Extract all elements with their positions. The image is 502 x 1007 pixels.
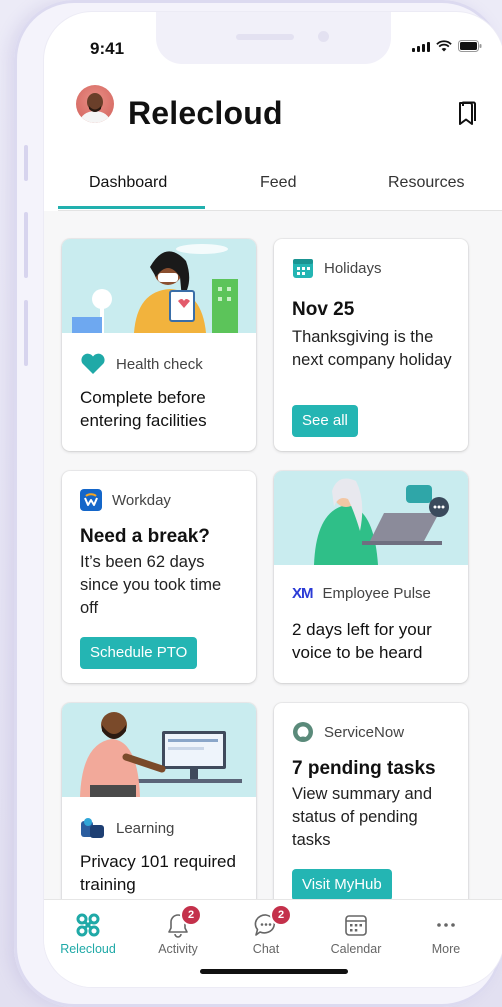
health-check-text: Complete before entering facilities [80,388,207,430]
learning-text: Privacy 101 required training [80,852,236,894]
status-icons [412,40,482,52]
heart-icon [81,353,105,374]
tabbar-activity-label: Activity [158,942,198,956]
servicenow-icon [293,722,313,742]
learning-illustration [62,703,256,797]
employee-pulse-text: 2 days left for your voice to be heard [292,620,432,662]
tabbar-calendar-label: Calendar [330,942,382,956]
activity-badge: 2 [182,906,200,924]
notch [156,12,391,64]
active-tab-indicator [58,206,205,209]
relecloud-icon [76,913,100,937]
health-check-card[interactable]: Health check Complete before entering fa… [62,239,256,451]
tab-feed[interactable]: Feed [260,174,296,192]
tabbar-relecloud[interactable]: Relecloud [48,912,128,956]
servicenow-meta: ServiceNow [292,721,404,743]
mute-switch [24,145,28,181]
employee-pulse-meta: XM Employee Pulse [292,585,431,602]
calendar-icon [293,259,313,278]
learning-meta: Learning [80,817,174,839]
tabbar-more-label: More [431,942,461,956]
health-check-meta: Health check [80,353,203,375]
tab-dashboard[interactable]: Dashboard [89,174,167,192]
speaker [236,34,294,40]
schedule-pto-button[interactable]: Schedule PTO [80,637,198,669]
bookmark-icon [459,101,477,125]
bookmark-button[interactable] [456,101,478,127]
home-indicator [200,969,348,974]
xm-logo-icon: XM [292,585,313,602]
signal-icon [412,42,430,52]
employee-pulse-label: Employee Pulse [322,585,431,602]
learning-label: Learning [116,819,175,837]
tabbar-chat-label: Chat [252,942,280,956]
servicenow-text: View summary and status of pending tasks [292,785,433,849]
learning-icon [81,818,104,838]
camera [318,31,329,42]
workday-title: Need a break? [80,526,210,547]
tabbar-chat[interactable]: 2 Chat [226,906,306,956]
tabbar-activity[interactable]: 2 Activity [138,906,218,956]
holidays-meta: Holidays [292,257,382,279]
calendar-icon [345,915,367,936]
chat-badge: 2 [272,906,290,924]
holidays-card[interactable]: Holidays Nov 25 Thanksgiving is the next… [274,239,468,451]
holidays-date: Nov 25 [292,299,355,320]
workday-card[interactable]: Workday Need a break? It’s been 62 days … [62,471,256,683]
employee-pulse-card[interactable]: XM Employee Pulse 2 days left for your v… [274,471,468,683]
avatar[interactable] [76,85,114,123]
holidays-label: Holidays [324,259,382,277]
see-all-button[interactable]: See all [292,405,358,437]
tab-strip: Dashboard Feed Resources [58,162,502,211]
battery-icon [458,40,482,52]
holidays-text: Thanksgiving is the next company holiday [292,328,452,369]
volume-down-button [24,300,28,366]
workday-icon [80,489,102,511]
phone-frame: 9:41 Relecloud Dashboard Feed Resources … [14,0,502,1007]
health-check-label: Health check [116,355,203,373]
tabbar-more[interactable]: More [406,912,486,956]
servicenow-card[interactable]: ServiceNow 7 pending tasks View summary … [274,703,468,899]
workday-label: Workday [112,491,171,509]
servicenow-label: ServiceNow [324,723,405,741]
page-title: Relecloud [128,95,283,131]
workday-text: It’s been 62 days since you took time of… [80,553,222,617]
tab-resources[interactable]: Resources [388,174,464,192]
status-time: 9:41 [90,39,125,58]
employee-pulse-illustration [274,471,468,565]
more-icon [437,923,455,927]
volume-up-button [24,212,28,278]
dashboard-content: Health check Complete before entering fa… [44,211,502,899]
servicenow-title: 7 pending tasks [292,758,436,779]
health-check-illustration [62,239,256,333]
phone-screen: 9:41 Relecloud Dashboard Feed Resources … [44,12,502,987]
workday-meta: Workday [80,489,171,511]
wifi-icon [436,40,452,52]
learning-card[interactable]: Learning Privacy 101 required training [62,703,256,899]
tabbar-relecloud-label: Relecloud [60,942,116,956]
visit-myhub-button[interactable]: Visit MyHub [292,869,392,899]
tabbar-calendar[interactable]: Calendar [316,912,396,956]
